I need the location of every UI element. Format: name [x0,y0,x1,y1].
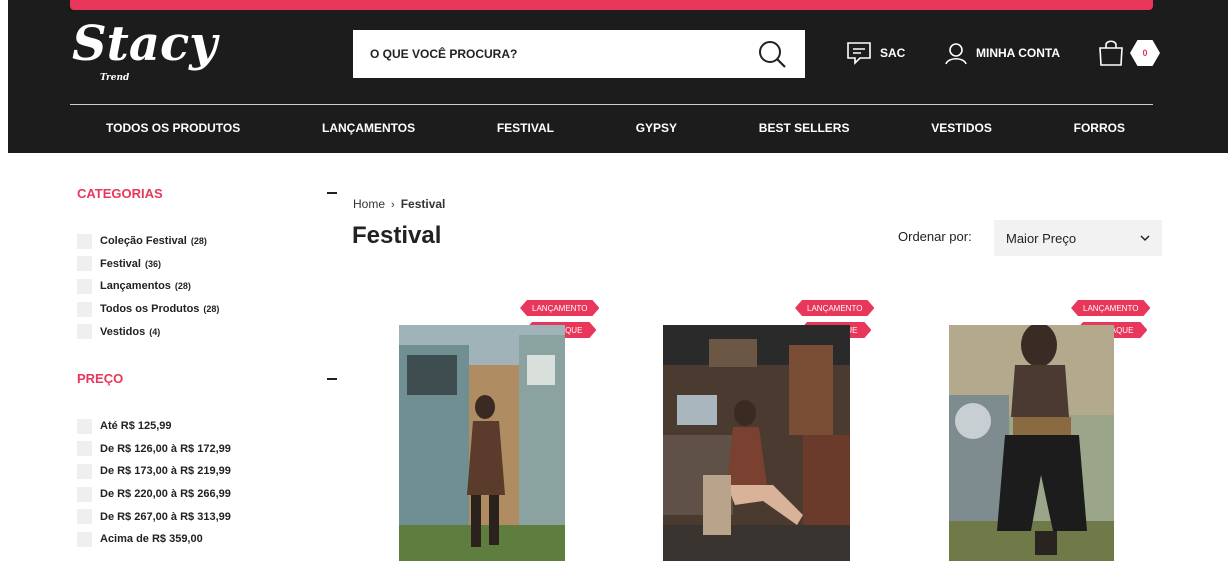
checkbox[interactable] [77,418,92,434]
filter-sidebar: CATEGORIAS Coleção Festival (28) Festival… [77,170,342,551]
site-header: Stacy Trend SAC MINHA CONTA 0 TOD [8,0,1228,153]
filter-option[interactable]: Lançamentos (28) [77,275,342,298]
filter-option[interactable]: De R$ 220,00 à R$ 266,99 [77,483,342,506]
sac-link[interactable]: SAC [846,38,905,68]
breadcrumb-current: Festival [400,197,446,211]
price-list: Até R$ 125,99 De R$ 126,00 à R$ 172,99 D… [77,415,342,551]
sort-selected-value: Maior Preço [1006,230,1077,246]
nav-forros[interactable]: FORROS [1074,121,1125,135]
nav-best-sellers[interactable]: BEST SELLERS [759,121,850,135]
badge-lancamento: LANÇAMENTO [795,300,874,316]
main-nav: TODOS OS PRODUTOS LANÇAMENTOS FESTIVAL G… [70,114,1153,142]
price-title: PREÇO [77,370,124,386]
checkbox[interactable] [77,531,92,547]
checkbox[interactable] [77,324,92,340]
cart-count-badge: 0 [1130,40,1160,66]
chat-icon [847,42,871,65]
filter-option[interactable]: Acima de R$ 359,00 [77,528,342,551]
sort-label: Ordenar por: [898,229,972,244]
price-collapse-toggle[interactable] [327,377,337,380]
page-title: Festival [352,222,442,249]
product-image[interactable] [949,325,1114,561]
categories-list: Coleção Festival (28) Festival (36) Lançam… [77,230,342,343]
checkbox[interactable] [77,463,92,479]
header-divider [70,104,1153,105]
checkbox[interactable] [77,256,92,272]
account-label: MINHA CONTA [976,46,1060,60]
filter-option[interactable]: Todos os Produtos (28) [77,298,342,321]
logo-subtitle: Trend [100,73,130,83]
filter-option[interactable]: Festival (36) [77,253,342,276]
product-image[interactable] [663,325,850,561]
checkbox[interactable] [77,278,92,294]
chevron-down-icon [1140,235,1150,242]
logo-wordmark: Stacy [72,16,220,72]
badge-lancamento: LANÇAMENTO [1071,300,1150,316]
brand-logo[interactable]: Stacy Trend [70,14,220,86]
categories-collapse-toggle[interactable] [327,192,337,194]
breadcrumb: Home › Festival [353,197,445,211]
filter-option[interactable]: Até R$ 125,99 [77,415,342,438]
accent-stripe [70,0,1153,10]
nav-festival[interactable]: FESTIVAL [497,121,554,135]
search-icon[interactable] [757,39,787,69]
search-bar [353,30,805,78]
cart-button[interactable]: 0 [1098,38,1160,68]
checkbox[interactable] [77,441,92,457]
search-input[interactable] [353,30,757,78]
nav-gypsy[interactable]: GYPSY [636,121,677,135]
badge-lancamento: LANÇAMENTO [520,300,599,316]
categories-title: CATEGORIAS [77,186,163,201]
filter-option[interactable]: Vestidos (4) [77,320,342,343]
nav-todos-os-produtos[interactable]: TODOS OS PRODUTOS [106,121,240,135]
checkbox[interactable] [77,509,92,525]
nav-vestidos[interactable]: VESTIDOS [931,121,992,135]
filter-option[interactable]: Coleção Festival (28) [77,230,342,253]
checkbox[interactable] [77,301,92,317]
product-image[interactable] [399,325,565,561]
sort-select[interactable]: Maior Preço [994,220,1162,256]
user-icon [945,43,967,65]
account-link[interactable]: MINHA CONTA [944,38,1060,68]
breadcrumb-home[interactable]: Home [353,197,385,211]
checkbox[interactable] [77,486,92,502]
sac-label: SAC [880,46,906,60]
filter-option[interactable]: De R$ 267,00 à R$ 313,99 [77,505,342,528]
nav-lancamentos[interactable]: LANÇAMENTOS [322,121,415,135]
breadcrumb-separator: › [391,199,395,211]
shopping-bag-icon [1099,40,1123,66]
filter-option[interactable]: De R$ 173,00 à R$ 219,99 [77,460,342,483]
filter-option[interactable]: De R$ 126,00 à R$ 172,99 [77,438,342,461]
checkbox[interactable] [77,233,92,249]
